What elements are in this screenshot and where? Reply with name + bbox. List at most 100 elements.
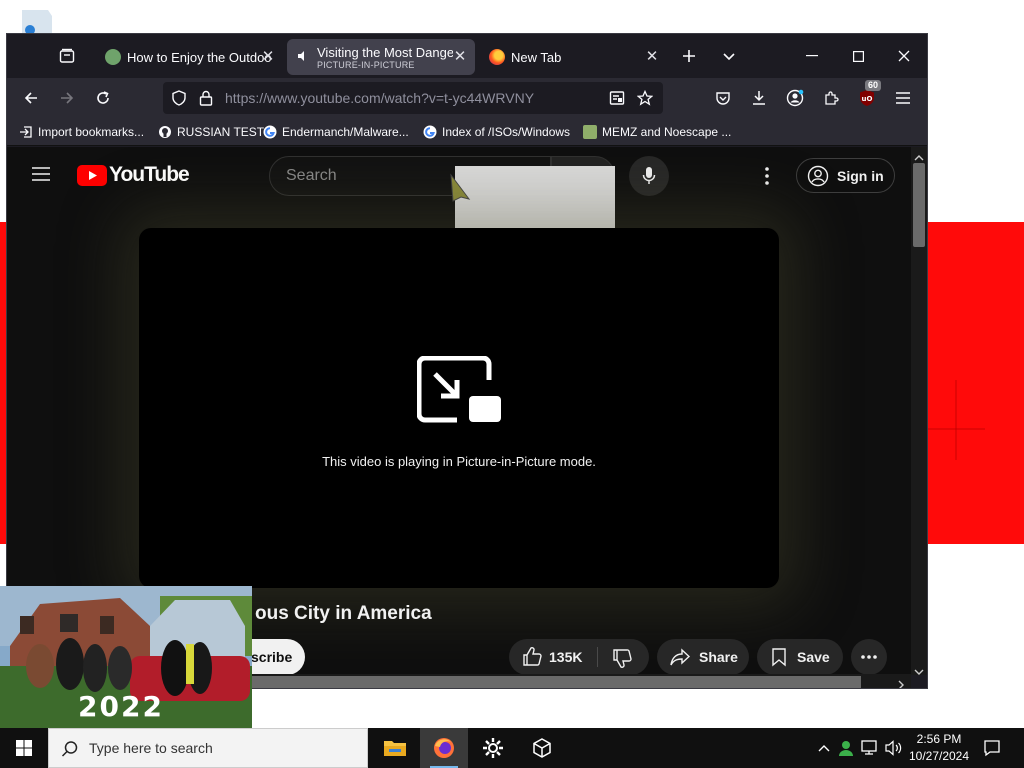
system-clock[interactable]: 2:56 PM 10/27/2024 [906, 731, 972, 765]
bookmark-item[interactable]: Index of /ISOs/Windows [423, 124, 570, 140]
search-icon [61, 741, 78, 757]
video-player[interactable]: This video is playing in Picture-in-Pict… [139, 228, 779, 588]
bookmark-item[interactable]: RUSSIAN TEST [158, 124, 264, 140]
cursor-icon [449, 173, 473, 208]
bookmark-label: Endermanch/Malware... [282, 125, 409, 139]
close-window-button[interactable] [881, 40, 927, 72]
maximize-button[interactable] [835, 40, 881, 72]
list-tabs-chevron-icon[interactable] [717, 44, 741, 68]
divider [597, 647, 598, 667]
thumbs-down-icon [613, 649, 632, 668]
pip-video-window[interactable]: 2022 [0, 586, 252, 728]
github-icon [158, 125, 172, 139]
file-explorer-taskbar-button[interactable] [371, 728, 419, 768]
reload-button[interactable] [91, 86, 115, 110]
bookmark-item[interactable]: Endermanch/Malware... [263, 124, 409, 140]
volume-icon[interactable] [884, 738, 904, 758]
cube-icon [533, 738, 551, 758]
menu-hamburger-icon[interactable] [891, 86, 915, 110]
scrollbar-thumb[interactable] [913, 163, 925, 247]
account-icon[interactable] [783, 86, 807, 110]
google-icon [263, 125, 277, 139]
bookmark-icon [772, 648, 786, 667]
network-icon[interactable] [860, 738, 880, 758]
speaker-icon[interactable] [297, 50, 311, 65]
reader-view-icon[interactable] [609, 90, 625, 111]
voice-search-button[interactable] [629, 156, 669, 196]
bookmark-label: MEMZ and Noescape ... [602, 125, 732, 139]
pocket-icon[interactable] [711, 86, 735, 110]
shield-icon[interactable] [171, 90, 187, 111]
pip-overlay-text: 2022 [78, 690, 164, 723]
save-label: Save [797, 649, 830, 665]
lock-icon[interactable] [199, 90, 213, 111]
notifications-icon[interactable] [982, 738, 1002, 758]
tab-close-icon[interactable]: ✕ [259, 48, 277, 66]
taskbar-search-placeholder: Type here to search [89, 740, 213, 756]
extensions-icon[interactable] [819, 86, 843, 110]
youtube-logo-icon [77, 164, 107, 186]
wallpaper-mark [955, 380, 957, 460]
clock-date: 10/27/2024 [908, 749, 970, 763]
like-dislike-group: 135K [509, 639, 649, 675]
wallpaper-mark [925, 428, 985, 430]
tab-close-icon[interactable]: ✕ [451, 48, 469, 66]
forward-button[interactable] [55, 86, 79, 110]
share-label: Share [699, 649, 738, 665]
bookmark-item[interactable]: MEMZ and Noescape ... [583, 124, 731, 140]
tab-subtitle: PICTURE-IN-PICTURE [317, 59, 415, 70]
scroll-down-icon[interactable] [914, 663, 924, 681]
bookmarks-toolbar: Import bookmarks... RUSSIAN TEST Enderma… [7, 118, 927, 146]
firefox-icon [434, 738, 454, 758]
scrollbar-thumb[interactable] [247, 676, 861, 688]
guide-menu-icon[interactable] [31, 166, 51, 187]
youtube-logo[interactable]: YouTube [77, 163, 190, 187]
ellipsis-icon [861, 655, 877, 659]
minimize-button[interactable] [789, 40, 835, 72]
search-placeholder: Search [286, 167, 337, 184]
settings-taskbar-button[interactable] [469, 728, 517, 768]
tab-bar: How to Enjoy the Outdoo ✕ Visiting the M… [7, 34, 927, 78]
taskbar-search-input[interactable]: Type here to search [48, 728, 368, 768]
clock-time: 2:56 PM [916, 732, 962, 746]
new-tab-button[interactable] [677, 44, 701, 68]
app-cube-taskbar-button[interactable] [518, 728, 566, 768]
dislike-button[interactable] [611, 647, 633, 672]
more-options-icon[interactable] [759, 165, 775, 192]
taskbar: Type here to search 2:56 PM 10/27/2024 [0, 728, 1024, 768]
like-button[interactable] [521, 646, 543, 671]
more-actions-button[interactable] [851, 639, 887, 675]
pip-message: This video is playing in Picture-in-Pict… [322, 454, 596, 469]
thumbs-up-icon [523, 647, 542, 666]
gear-icon [483, 738, 503, 758]
tab-outdoors[interactable]: How to Enjoy the Outdoo ✕ [95, 39, 283, 75]
url-text[interactable]: https://www.youtube.com/watch?v=t-yc44WR… [225, 90, 534, 106]
tab-pip-video[interactable]: Visiting the Most Dange PICTURE-IN-PICTU… [287, 39, 475, 75]
firefox-taskbar-button[interactable] [420, 728, 468, 768]
sign-in-button[interactable]: Sign in [796, 158, 895, 193]
downloads-icon[interactable] [747, 86, 771, 110]
sign-in-label: Sign in [837, 167, 884, 184]
url-bar[interactable]: https://www.youtube.com/watch?v=t-yc44WR… [163, 82, 663, 114]
start-button[interactable] [0, 728, 48, 768]
share-button[interactable]: Share [657, 639, 749, 675]
svg-text:uO: uO [862, 95, 873, 103]
picture-in-picture-icon [416, 355, 503, 431]
like-count: 135K [549, 649, 583, 665]
bookmark-label: Import bookmarks... [38, 125, 145, 139]
tab-close-icon[interactable]: ✕ [643, 48, 661, 66]
back-button[interactable] [19, 86, 43, 110]
bookmark-star-icon[interactable] [636, 89, 654, 111]
windows-logo-icon [16, 740, 32, 756]
user-status-icon[interactable] [836, 738, 856, 758]
scroll-right-icon[interactable] [897, 677, 905, 688]
bookmark-item[interactable]: Import bookmarks... [19, 124, 144, 140]
site-icon [583, 125, 597, 139]
show-hidden-icons-chevron-icon[interactable] [814, 738, 834, 758]
tab-new-tab[interactable]: New Tab ✕ [479, 39, 667, 75]
google-icon [423, 125, 437, 139]
save-button[interactable]: Save [757, 639, 843, 675]
tab-title: Visiting the Most Dange [317, 44, 453, 60]
vertical-scrollbar[interactable] [911, 147, 927, 675]
firefox-view-button[interactable] [55, 44, 79, 68]
